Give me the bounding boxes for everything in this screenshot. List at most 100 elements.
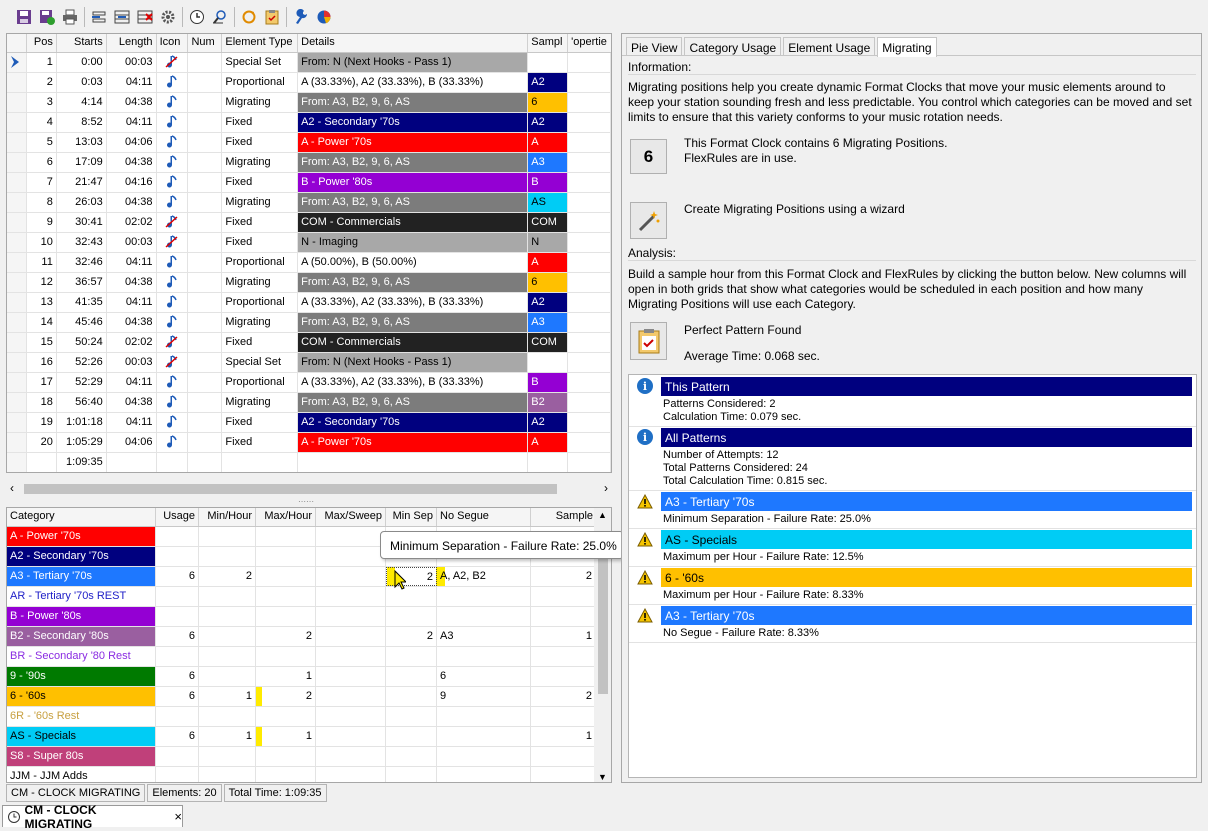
tab-element-usage[interactable]: Element Usage — [783, 37, 876, 55]
table-row[interactable]: S8 - Super 80s — [7, 747, 596, 767]
scroll-left-icon[interactable]: ‹ — [10, 481, 14, 495]
table-row[interactable]: 13 41:35 04:11 Proportional A (33.33%), A2 (… — [7, 293, 611, 313]
scroll-thumb[interactable] — [24, 484, 557, 494]
column-header[interactable]: Starts — [57, 34, 107, 52]
table-row[interactable]: 6R - '60s Rest — [7, 707, 596, 727]
table-row[interactable]: 10 32:43 00:03 Fixed N - Imaging N — [7, 233, 611, 253]
table-row[interactable]: 3 4:14 04:38 Migrating From: A3, B2, 9, 6, A… — [7, 93, 611, 113]
warning-icon — [637, 493, 653, 508]
table-row[interactable]: 9 30:41 02:02 Fixed COM - Commercials COM — [7, 213, 611, 233]
music-note-icon — [157, 273, 189, 292]
table-row[interactable]: 18 56:40 04:38 Migrating From: A3, B2, 9, 6,… — [7, 393, 611, 413]
sample-cell: AS — [528, 193, 569, 212]
table-row[interactable]: 4 8:52 04:11 Fixed A2 - Secondary '70s A2 — [7, 113, 611, 133]
column-header[interactable]: Pos — [27, 34, 57, 52]
gear-icon[interactable] — [158, 7, 177, 26]
delete-icon[interactable] — [135, 7, 154, 26]
table-row[interactable]: 17 52:29 04:11 Proportional A (33.33%), A2 (… — [7, 373, 611, 393]
column-header[interactable]: Category — [7, 508, 156, 526]
table-row[interactable]: 20 1:05:29 04:06 Fixed A - Power '70s A — [7, 433, 611, 453]
build-sample-button[interactable] — [630, 322, 667, 360]
tab-category-usage[interactable]: Category Usage — [684, 37, 782, 55]
position-cell: 6 — [27, 153, 57, 172]
table-row[interactable]: 9 - '90s 6 1 6 — [7, 667, 596, 687]
table-row[interactable]: B2 - Secondary '80s 6 2 2 A3 1 — [7, 627, 596, 647]
print-icon[interactable] — [60, 7, 79, 26]
column-header[interactable]: Length — [107, 34, 157, 52]
column-header[interactable]: Max/Sweep — [316, 508, 386, 526]
table-row[interactable]: A3 - Tertiary '70s 6 2 2 A, A2, B2 2 — [7, 567, 596, 587]
row-indicator — [7, 273, 27, 292]
tab-pie-view[interactable]: Pie View — [626, 37, 683, 55]
position-cell: 20 — [27, 433, 57, 452]
column-header[interactable]: Max/Hour — [256, 508, 316, 526]
length-cell: 02:02 — [107, 333, 157, 352]
wizard-text[interactable]: Create Migrating Positions using a wizar… — [684, 202, 905, 217]
max-hour-cell: 1 — [256, 667, 316, 686]
table-row[interactable]: 6 17:09 04:38 Migrating From: A3, B2, 9, 6, … — [7, 153, 611, 173]
table-row[interactable]: AS - Specials 6 1 1 1 — [7, 727, 596, 747]
clock-icon[interactable] — [187, 7, 206, 26]
document-tab[interactable]: CM - CLOCK MIGRATING × — [2, 803, 183, 831]
table-row[interactable]: JJM - JJM Adds — [7, 767, 596, 782]
position-cell: 15 — [27, 333, 57, 352]
table-row[interactable]: 7 21:47 04:16 Fixed B - Power '80s B — [7, 173, 611, 193]
sample-cell: N — [528, 233, 569, 252]
sample-cell — [531, 707, 596, 726]
table-row[interactable]: 12 36:57 04:38 Migrating From: A3, B2, 9, 6,… — [7, 273, 611, 293]
min-sep-cell — [386, 767, 437, 782]
table-row[interactable]: 2 0:03 04:11 Proportional A (33.33%), A2 (33… — [7, 73, 611, 93]
starts-cell: 1:01:18 — [57, 413, 107, 432]
table-row[interactable]: 14 45:46 04:38 Migrating From: A3, B2, 9, 6,… — [7, 313, 611, 333]
table-row[interactable]: 15 50:24 02:02 Fixed COM - Commercials COM — [7, 333, 611, 353]
column-header[interactable]: Details — [298, 34, 529, 52]
starts-cell: 4:14 — [57, 93, 107, 112]
horizontal-scrollbar[interactable]: ‹ › — [6, 480, 612, 497]
max-sweep-cell — [316, 747, 386, 766]
column-header[interactable]: No Segue — [437, 508, 531, 526]
table-row[interactable]: 8 26:03 04:38 Migrating From: A3, B2, 9, 6, … — [7, 193, 611, 213]
pie-icon[interactable] — [314, 7, 333, 26]
save-as-icon[interactable] — [37, 7, 56, 26]
table-row[interactable]: B - Power '80s — [7, 607, 596, 627]
table-row[interactable]: 11 32:46 04:11 Proportional A (50.00%), B (5… — [7, 253, 611, 273]
column-header[interactable]: Element Type — [222, 34, 299, 52]
element-type-cell: Fixed — [222, 233, 299, 252]
scroll-down-icon[interactable]: ▼ — [598, 772, 607, 782]
scroll-right-icon[interactable]: › — [604, 481, 608, 495]
edit-icon[interactable] — [112, 7, 131, 26]
column-header[interactable]: Min/Hour — [199, 508, 256, 526]
table-row[interactable]: 19 1:01:18 04:11 Fixed A2 - Secondary '70s A2 — [7, 413, 611, 433]
column-header[interactable]: 'opertie — [568, 34, 611, 52]
insert-icon[interactable] — [89, 7, 108, 26]
sample-cell: A2 — [528, 293, 569, 312]
search-icon[interactable] — [210, 7, 229, 26]
table-row[interactable]: 16 52:26 00:03 Special Set From: N (Next Hoo… — [7, 353, 611, 373]
table-row[interactable]: 1 0:00 00:03 Special Set From: N (Next Hooks… — [7, 53, 611, 73]
column-header[interactable]: Min Sep — [386, 508, 437, 526]
tab-migrating[interactable]: Migrating — [877, 37, 937, 57]
wrench-icon[interactable] — [291, 7, 310, 26]
close-icon[interactable]: × — [174, 809, 182, 824]
pattern-title: Perfect Pattern Found — [684, 323, 802, 337]
wizard-button[interactable] — [630, 202, 667, 239]
table-row[interactable]: 6 - '60s 6 1 2 9 2 — [7, 687, 596, 707]
column-header[interactable]: Sample — [531, 508, 596, 526]
analysis-item-detail: Minimum Separation - Failure Rate: 25.0% — [663, 513, 871, 525]
row-indicator — [7, 73, 27, 92]
grid-body: 1 0:00 00:03 Special Set From: N (Next Hooks… — [7, 53, 611, 453]
column-header[interactable]: Usage — [156, 508, 199, 526]
details-cell: A (33.33%), A2 (33.33%), B (33.33%) — [298, 73, 529, 92]
table-row[interactable]: BR - Secondary '80 Rest — [7, 647, 596, 667]
save-icon[interactable] — [14, 7, 33, 26]
table-row[interactable]: 5 13:03 04:06 Fixed A - Power '70s A — [7, 133, 611, 153]
refresh-icon[interactable] — [239, 7, 258, 26]
column-header[interactable]: Icon — [157, 34, 189, 52]
column-header[interactable]: Num — [188, 34, 223, 52]
clipboard-icon[interactable] — [262, 7, 281, 26]
grid-splitter[interactable]: ⋯⋯ — [286, 498, 326, 506]
scroll-up-icon[interactable]: ▲ — [598, 510, 607, 520]
music-note-icon — [157, 293, 189, 312]
column-header[interactable]: Sampl — [528, 34, 569, 52]
table-row[interactable]: AR - Tertiary '70s REST — [7, 587, 596, 607]
